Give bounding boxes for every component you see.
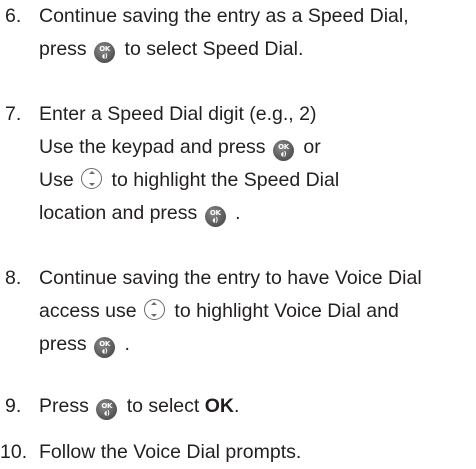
ok-label: OK xyxy=(204,395,234,417)
text-segment: press xyxy=(39,38,87,60)
step-number: 9. xyxy=(5,395,22,417)
step-text: Follow the Voice Dial prompts. xyxy=(39,436,473,469)
step-line: Enter a Speed Dial digit (e.g., 2) xyxy=(39,103,317,125)
step-text: Press OK ◖) to select OK. xyxy=(39,390,473,423)
ok-key-icon: OK ◖) xyxy=(272,140,294,161)
text-segment: access use xyxy=(39,300,137,322)
ok-key-icon: OK ◖) xyxy=(94,337,116,358)
ok-key-icon: OK ◖) xyxy=(94,42,116,63)
step-line: Press OK ◖) to select OK. xyxy=(39,390,473,423)
text-segment: to highlight the Speed Dial xyxy=(111,169,340,191)
step-line: Continue saving the entry as a Speed Dia… xyxy=(39,5,409,27)
step-line: location and press OK ◖) . xyxy=(39,197,473,230)
text-segment: . xyxy=(235,202,241,224)
text-segment: . xyxy=(124,333,130,355)
step-line: access use to highlight Voice Dial and xyxy=(39,295,473,328)
text-segment: Use the keypad and press xyxy=(39,136,266,158)
step-text: Continue saving the entry as a Speed Dia… xyxy=(39,0,473,66)
step-number: 6. xyxy=(5,5,22,27)
text-segment: to select Speed Dial. xyxy=(124,38,304,60)
step-line: Continue saving the entry to have Voice … xyxy=(39,267,422,289)
step-line: Use the keypad and press OK ◖) or xyxy=(39,131,473,164)
step-line: press OK ◖) to select Speed Dial. xyxy=(39,33,473,66)
step-number: 7. xyxy=(5,103,22,125)
navigation-key-icon xyxy=(143,299,165,320)
text-segment: to select xyxy=(126,395,200,417)
step-number: 10. xyxy=(0,441,28,463)
step-number: 8. xyxy=(5,267,22,289)
step-text: Enter a Speed Dial digit (e.g., 2) Use t… xyxy=(39,98,473,230)
ok-key-icon: OK ◖) xyxy=(96,399,118,420)
text-segment: . xyxy=(234,395,240,417)
text-segment: to highlight Voice Dial and xyxy=(174,300,399,322)
text-segment: location and press xyxy=(39,202,198,224)
step-text: Continue saving the entry to have Voice … xyxy=(39,262,473,361)
text-segment: or xyxy=(303,136,321,158)
text-segment: Press xyxy=(39,395,89,417)
navigation-key-icon xyxy=(81,168,103,189)
step-line: Follow the Voice Dial prompts. xyxy=(39,441,302,463)
text-segment: press xyxy=(39,333,87,355)
step-line: press OK ◖) . xyxy=(39,328,473,361)
ok-key-icon: OK ◖) xyxy=(204,206,226,227)
step-line: Use to highlight the Speed Dial xyxy=(39,164,473,197)
text-segment: Use xyxy=(39,169,74,191)
